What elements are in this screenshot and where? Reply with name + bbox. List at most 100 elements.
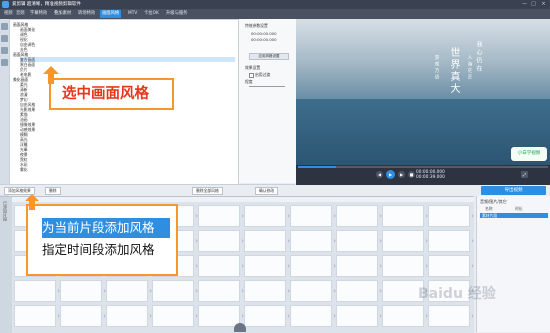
- props-title: 特效参数设置: [245, 23, 268, 28]
- callout-select-style-text: 选中画面风格: [62, 86, 149, 102]
- clip-slot[interactable]: ›: [198, 305, 244, 327]
- clip-slot[interactable]: ›: [152, 305, 198, 327]
- fullscreen-icon[interactable]: ⤢: [521, 171, 528, 178]
- clip-slot[interactable]: ›: [106, 280, 152, 302]
- tree-item-selected[interactable]: 复古画面: [20, 57, 235, 62]
- clip-slot[interactable]: ›: [290, 205, 336, 227]
- clip-slot[interactable]: ›: [290, 280, 336, 302]
- timeline-tab-added[interactable]: 已添加片段: [2, 201, 8, 221]
- props-time-end: 00:00:00.000: [251, 37, 277, 42]
- menu-add-style-current-clip[interactable]: 为当前片段添加风格: [42, 218, 170, 238]
- clip-slot[interactable]: ›: [244, 280, 290, 302]
- clip-slot[interactable]: ›: [290, 230, 336, 252]
- prev-frame-icon[interactable]: ◀: [376, 171, 383, 178]
- clip-slot[interactable]: ›: [382, 305, 428, 327]
- maximize-button[interactable]: □: [530, 1, 537, 8]
- clip-slot[interactable]: ›: [244, 230, 290, 252]
- minimize-button[interactable]: —: [521, 1, 528, 8]
- clip-slot[interactable]: ›: [336, 255, 382, 277]
- export-video-button[interactable]: 导出视频: [481, 186, 546, 195]
- clip-slot[interactable]: ›: [382, 230, 428, 252]
- tab-transition[interactable]: 转场特效: [76, 10, 97, 18]
- close-button[interactable]: ×: [540, 1, 547, 8]
- clip-slot[interactable]: ›: [244, 305, 290, 327]
- category-icon[interactable]: [1, 47, 8, 54]
- delete-button[interactable]: 删除: [45, 187, 61, 195]
- clip-slot[interactable]: ›: [336, 305, 382, 327]
- properties-panel: 特效参数设置 00:00:00.000 00:00:00.000 应用风格设置 …: [238, 19, 296, 183]
- clip-slot[interactable]: ›: [106, 305, 152, 327]
- apply-style-button[interactable]: 应用风格设置: [249, 53, 289, 60]
- stop-icon[interactable]: ■: [408, 171, 415, 178]
- clip-slot[interactable]: ›: [244, 255, 290, 277]
- chevron-right-icon: ›: [471, 312, 474, 320]
- category-icon[interactable]: [1, 23, 8, 30]
- clip-slot[interactable]: ›: [428, 230, 474, 252]
- tab-video[interactable]: 视频: [2, 10, 15, 18]
- tab-subtitle[interactable]: 字幕特效: [28, 10, 49, 18]
- arrow-up-icon: [25, 194, 39, 210]
- degree-slider[interactable]: [249, 86, 285, 87]
- tab-karaoke[interactable]: 卡拉OK: [142, 10, 161, 18]
- clip-slot[interactable]: ›: [336, 230, 382, 252]
- clip-slot[interactable]: ›: [382, 255, 428, 277]
- chevron-right-icon: ›: [471, 262, 474, 270]
- clear-all-styles-button[interactable]: 删除全部风格: [192, 187, 223, 195]
- clip-slot[interactable]: ›: [14, 305, 60, 327]
- chevron-right-icon: ›: [471, 237, 474, 245]
- scissors-icon[interactable]: [234, 323, 246, 332]
- clip-slot[interactable]: ›: [198, 205, 244, 227]
- clip-slot[interactable]: ›: [244, 205, 290, 227]
- left-category-tabs: [0, 19, 9, 199]
- clip-slot[interactable]: ›: [198, 255, 244, 277]
- clip-slot[interactable]: ›: [60, 280, 106, 302]
- progress-fill: [298, 166, 336, 168]
- menu-bar: 视频 音频 字幕特效 叠加素材 转场特效 画面风格 MTV 卡拉OK 升级与服务: [0, 9, 550, 19]
- clip-slot[interactable]: ›: [290, 255, 336, 277]
- clip-slot[interactable]: ›: [152, 280, 198, 302]
- preview-watermark: 小白学视频: [511, 147, 547, 161]
- timeline-tabs: 已添加片段: [0, 197, 12, 333]
- preview-sky: [296, 19, 550, 99]
- clip-slot[interactable]: ›: [60, 305, 106, 327]
- slider-label: 程度: [245, 79, 253, 84]
- confirm-edit-button[interactable]: 确认修改: [255, 187, 279, 195]
- progress-bar[interactable]: [298, 166, 548, 168]
- clip-slot[interactable]: ›: [428, 255, 474, 277]
- clip-slot[interactable]: ›: [198, 230, 244, 252]
- tab-mtv[interactable]: MTV: [126, 10, 139, 18]
- add-style-menu-callout: 为当前片段添加风格 指定时间段添加风格: [25, 194, 178, 276]
- menu-add-style-time-range[interactable]: 指定时间段添加风格: [42, 240, 170, 260]
- media-list-panel: 音频/图片/其它 名称 时长 素材片段: [476, 196, 550, 332]
- column-name: 名称: [485, 206, 493, 211]
- poem-main: 世界真大: [448, 47, 459, 95]
- clip-slot[interactable]: ›: [428, 205, 474, 227]
- timecodes: 00:00:00.000 00:00:39.000: [416, 170, 445, 180]
- clip-slot[interactable]: ›: [14, 280, 60, 302]
- next-frame-icon[interactable]: ▶: [398, 171, 405, 178]
- playback-controls: ◀ ▶ ▶ ■ 00:00:00.000 00:00:39.000 ⤢: [296, 165, 550, 185]
- callout-select-style: 选中画面风格: [43, 66, 174, 110]
- clip-slot[interactable]: ›: [428, 305, 474, 327]
- clip-slot[interactable]: ›: [336, 280, 382, 302]
- clip-slot[interactable]: ›: [198, 280, 244, 302]
- category-icon[interactable]: [1, 35, 8, 42]
- tab-audio[interactable]: 音频: [14, 10, 27, 18]
- poem-line: 我心仍在: [475, 41, 482, 73]
- window-title: 爱剪辑 超清晰，精准视频剪辑软件: [12, 2, 81, 7]
- category-icon[interactable]: [1, 59, 8, 66]
- video-preview: 世界真大 我心仍在 人海茫茫 游戏万语 小白学视频: [296, 19, 550, 165]
- media-list-header: 音频/图片/其它: [480, 199, 507, 204]
- clip-slot[interactable]: ›: [336, 205, 382, 227]
- tab-overlay[interactable]: 叠加素材: [52, 10, 73, 18]
- clip-slot[interactable]: ›: [290, 305, 336, 327]
- tree-item[interactable]: 雾化: [20, 167, 28, 172]
- tab-picture-style[interactable]: 画面风格: [100, 10, 122, 18]
- transition-checkbox[interactable]: [249, 73, 254, 78]
- clip-slot[interactable]: ›: [382, 205, 428, 227]
- app-logo-icon: [2, 1, 9, 8]
- play-icon[interactable]: ▶: [386, 170, 395, 179]
- media-list-row[interactable]: 素材片段: [480, 213, 548, 218]
- column-duration: 时长: [515, 206, 523, 211]
- tab-upgrade[interactable]: 升级与服务: [164, 10, 189, 18]
